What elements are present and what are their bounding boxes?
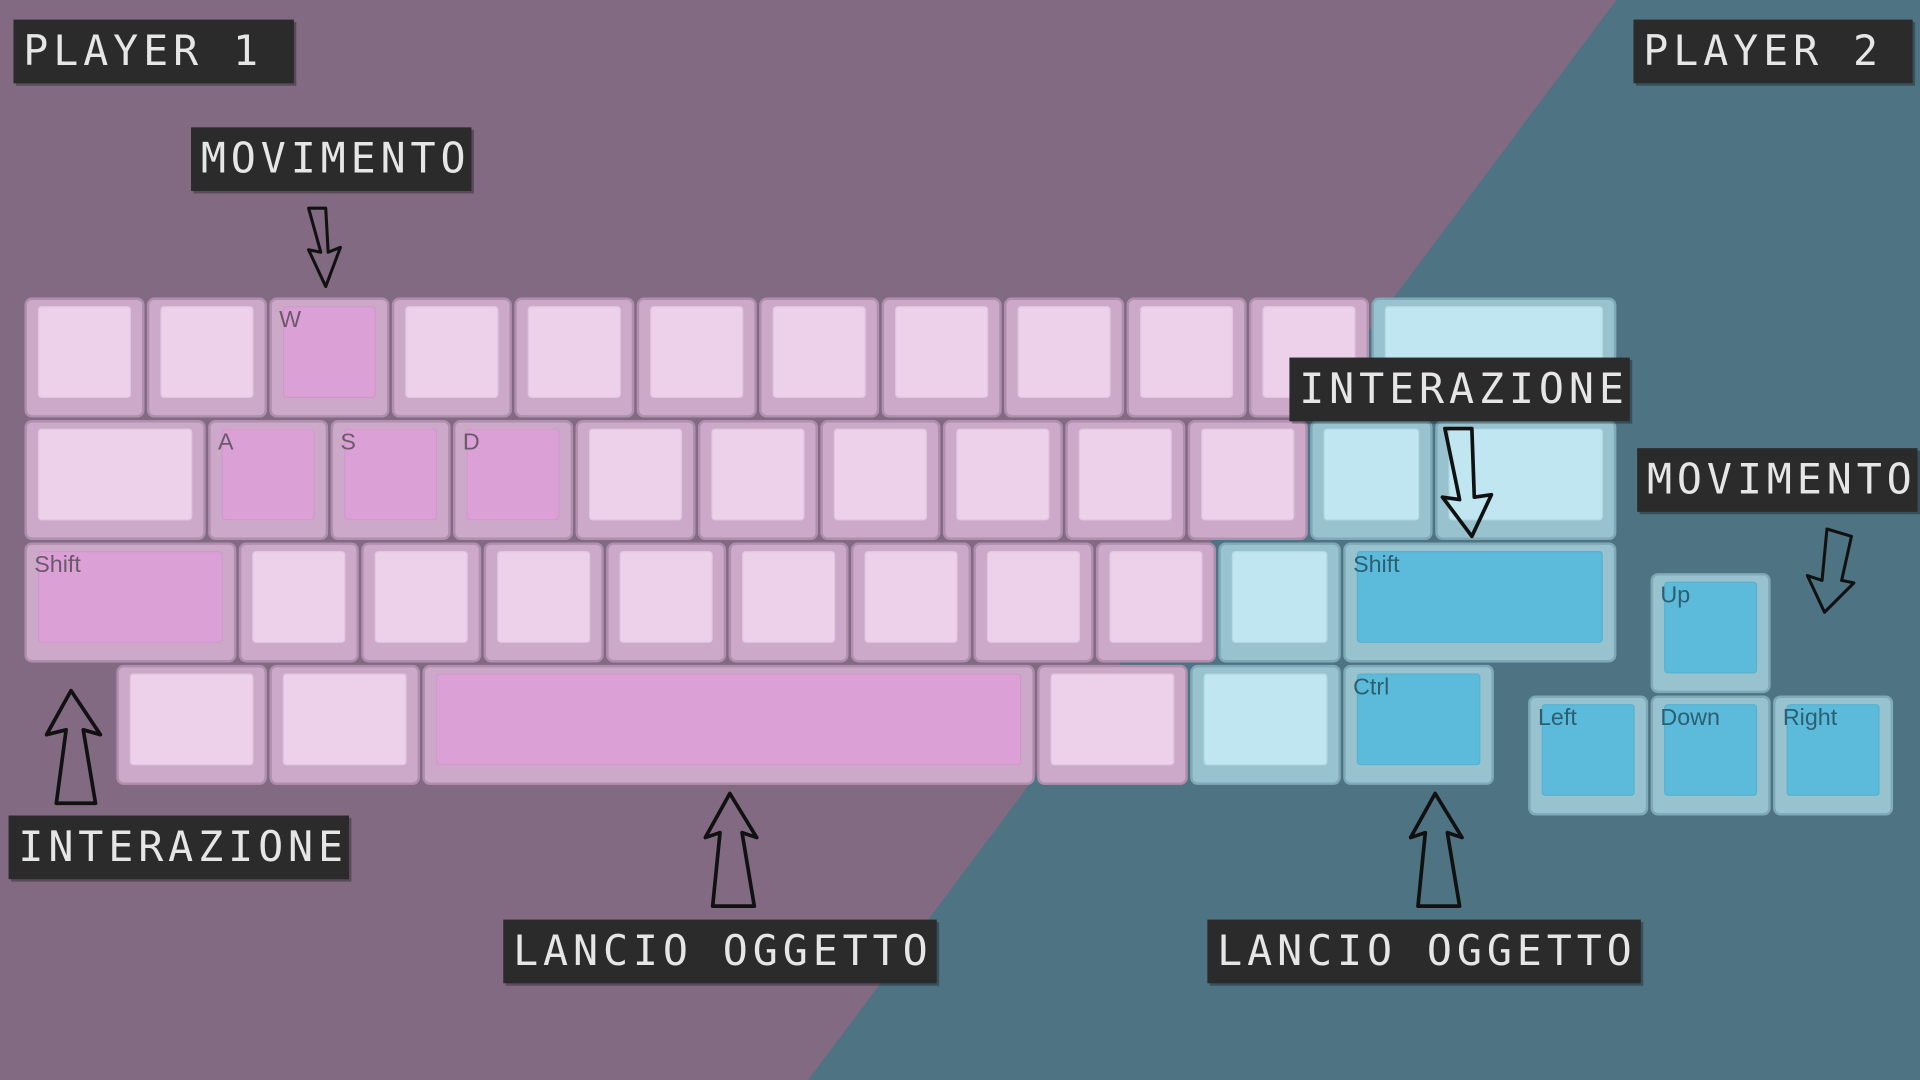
key-shift-left-label: Shift [34, 552, 81, 578]
key [146, 297, 267, 418]
key [1190, 664, 1341, 785]
key [1126, 297, 1247, 418]
arrow-down-icon [307, 206, 342, 289]
key-ctrl: Ctrl [1343, 664, 1494, 785]
key-spacebar [422, 664, 1035, 785]
key [1095, 542, 1216, 663]
key-tab [24, 420, 206, 541]
key [483, 542, 604, 663]
arrow-up-icon [44, 688, 103, 806]
key [1218, 542, 1341, 663]
key [881, 297, 1002, 418]
key-left-label: Left [1537, 705, 1577, 732]
key [1065, 420, 1186, 541]
key-a: A [208, 420, 329, 541]
key-down: Down [1650, 695, 1771, 816]
key [1037, 664, 1188, 785]
p2-throw-label: LANCIO OGGETTO [1207, 919, 1641, 984]
key-d: D [453, 420, 574, 541]
key [1004, 297, 1125, 418]
key [1310, 420, 1433, 541]
key-s-label: S [340, 429, 356, 456]
key [728, 542, 849, 663]
key-up: Up [1650, 573, 1771, 694]
key [391, 297, 512, 418]
key-shift-right: Shift [1343, 542, 1617, 663]
key [1187, 420, 1308, 541]
p1-throw-label: LANCIO OGGETTO [503, 919, 937, 984]
key [636, 297, 757, 418]
key-w-label: W [279, 307, 302, 334]
key [514, 297, 635, 418]
arrow-down-left-icon [1805, 527, 1856, 614]
key-s: S [330, 420, 451, 541]
player2-title: PLAYER 2 [1633, 19, 1913, 84]
controls-diagram: PLAYER 1 PLAYER 2 W A S D Shift Shift Ct… [0, 0, 1920, 1080]
player1-title: PLAYER 1 [13, 19, 294, 84]
arrow-down-icon [1440, 426, 1494, 539]
key [116, 664, 267, 785]
key [606, 542, 727, 663]
key [697, 420, 818, 541]
key-down-label: Down [1660, 705, 1720, 732]
p2-move-label: MOVIMENTO [1637, 448, 1918, 512]
key-shift-left: Shift [24, 542, 237, 663]
p1-interact-label: INTERAZIONE [8, 815, 349, 880]
key [269, 664, 421, 785]
key [361, 542, 482, 663]
key [759, 297, 880, 418]
key [238, 542, 359, 663]
arrow-up-icon [1408, 791, 1464, 908]
key-left: Left [1528, 695, 1649, 816]
key-right-label: Right [1782, 705, 1838, 732]
key [820, 420, 941, 541]
arrow-up-icon [703, 791, 759, 908]
key-right: Right [1773, 695, 1894, 816]
p1-move-label: MOVIMENTO [191, 127, 472, 192]
key [575, 420, 696, 541]
key [973, 542, 1094, 663]
key-up-label: Up [1660, 582, 1691, 609]
key [942, 420, 1063, 541]
key-w: W [269, 297, 390, 418]
key-d-label: D [462, 429, 480, 456]
key [851, 542, 972, 663]
key-ctrl-label: Ctrl [1353, 674, 1390, 701]
key [24, 297, 145, 418]
key-a-label: A [217, 429, 234, 456]
p2-interact-label: INTERAZIONE [1289, 357, 1630, 422]
key-shift-right-label: Shift [1353, 552, 1400, 578]
